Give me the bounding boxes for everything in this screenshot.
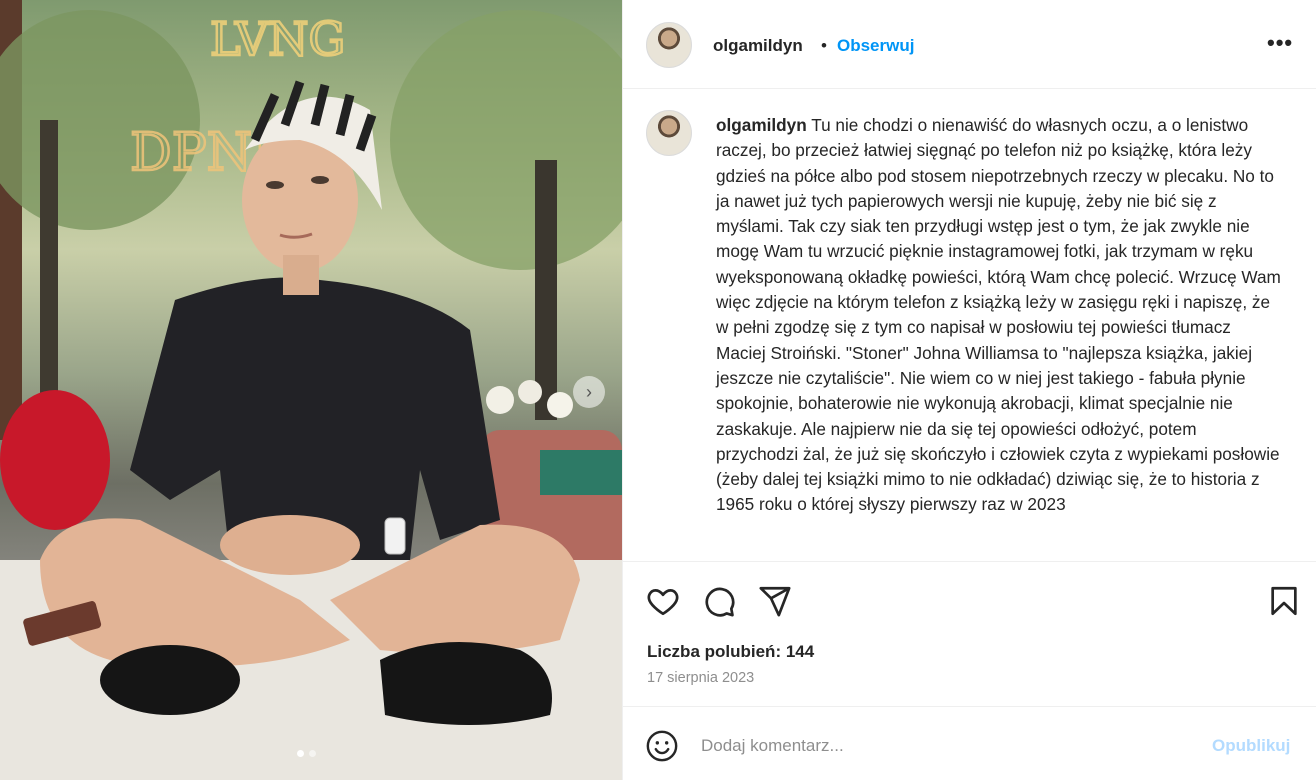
publish-button[interactable]: Opublikuj (1212, 736, 1290, 756)
author-username[interactable]: olgamildyn (713, 36, 803, 56)
carousel-dot (309, 750, 316, 757)
follow-button[interactable]: Obserwuj (837, 36, 914, 56)
post-panel: olgamildyn • Obserwuj ••• olgamildyn Tu … (622, 0, 1316, 780)
post-actions: Liczba polubień: 144 17 sierpnia 2023 (623, 561, 1316, 721)
heart-icon[interactable] (646, 584, 680, 618)
svg-text:LVNG: LVNG (210, 12, 345, 66)
comment-bar: Opublikuj (623, 706, 1316, 780)
separator-dot: • (821, 36, 827, 55)
chevron-right-icon: › (586, 381, 592, 402)
post-photo[interactable]: LVNG DPNIE › (0, 0, 622, 780)
likes-count[interactable]: Liczba polubień: 144 (647, 642, 814, 662)
post-header: olgamildyn • Obserwuj ••• (623, 0, 1316, 89)
caption-text: Tu nie chodzi o nienawiść do własnych oc… (716, 115, 1281, 515)
comment-input[interactable] (701, 733, 1181, 759)
avatar[interactable] (646, 22, 692, 68)
carousel-dots (297, 750, 316, 757)
photo-illustration: LVNG DPNIE (0, 0, 622, 780)
comment-icon[interactable] (702, 584, 736, 618)
carousel-dot-active (297, 750, 304, 757)
caption: olgamildyn Tu nie chodzi o nienawiść do … (716, 113, 1282, 518)
share-icon[interactable] (758, 584, 792, 618)
caption-area[interactable]: olgamildyn Tu nie chodzi o nienawiść do … (623, 89, 1316, 561)
bookmark-icon[interactable] (1267, 584, 1301, 618)
emoji-icon[interactable] (645, 729, 679, 763)
more-icon[interactable]: ••• (1267, 30, 1293, 56)
caption-username[interactable]: olgamildyn (716, 115, 807, 135)
post-date[interactable]: 17 sierpnia 2023 (647, 670, 754, 686)
carousel-next-button[interactable]: › (573, 376, 605, 408)
caption-avatar[interactable] (646, 110, 692, 156)
